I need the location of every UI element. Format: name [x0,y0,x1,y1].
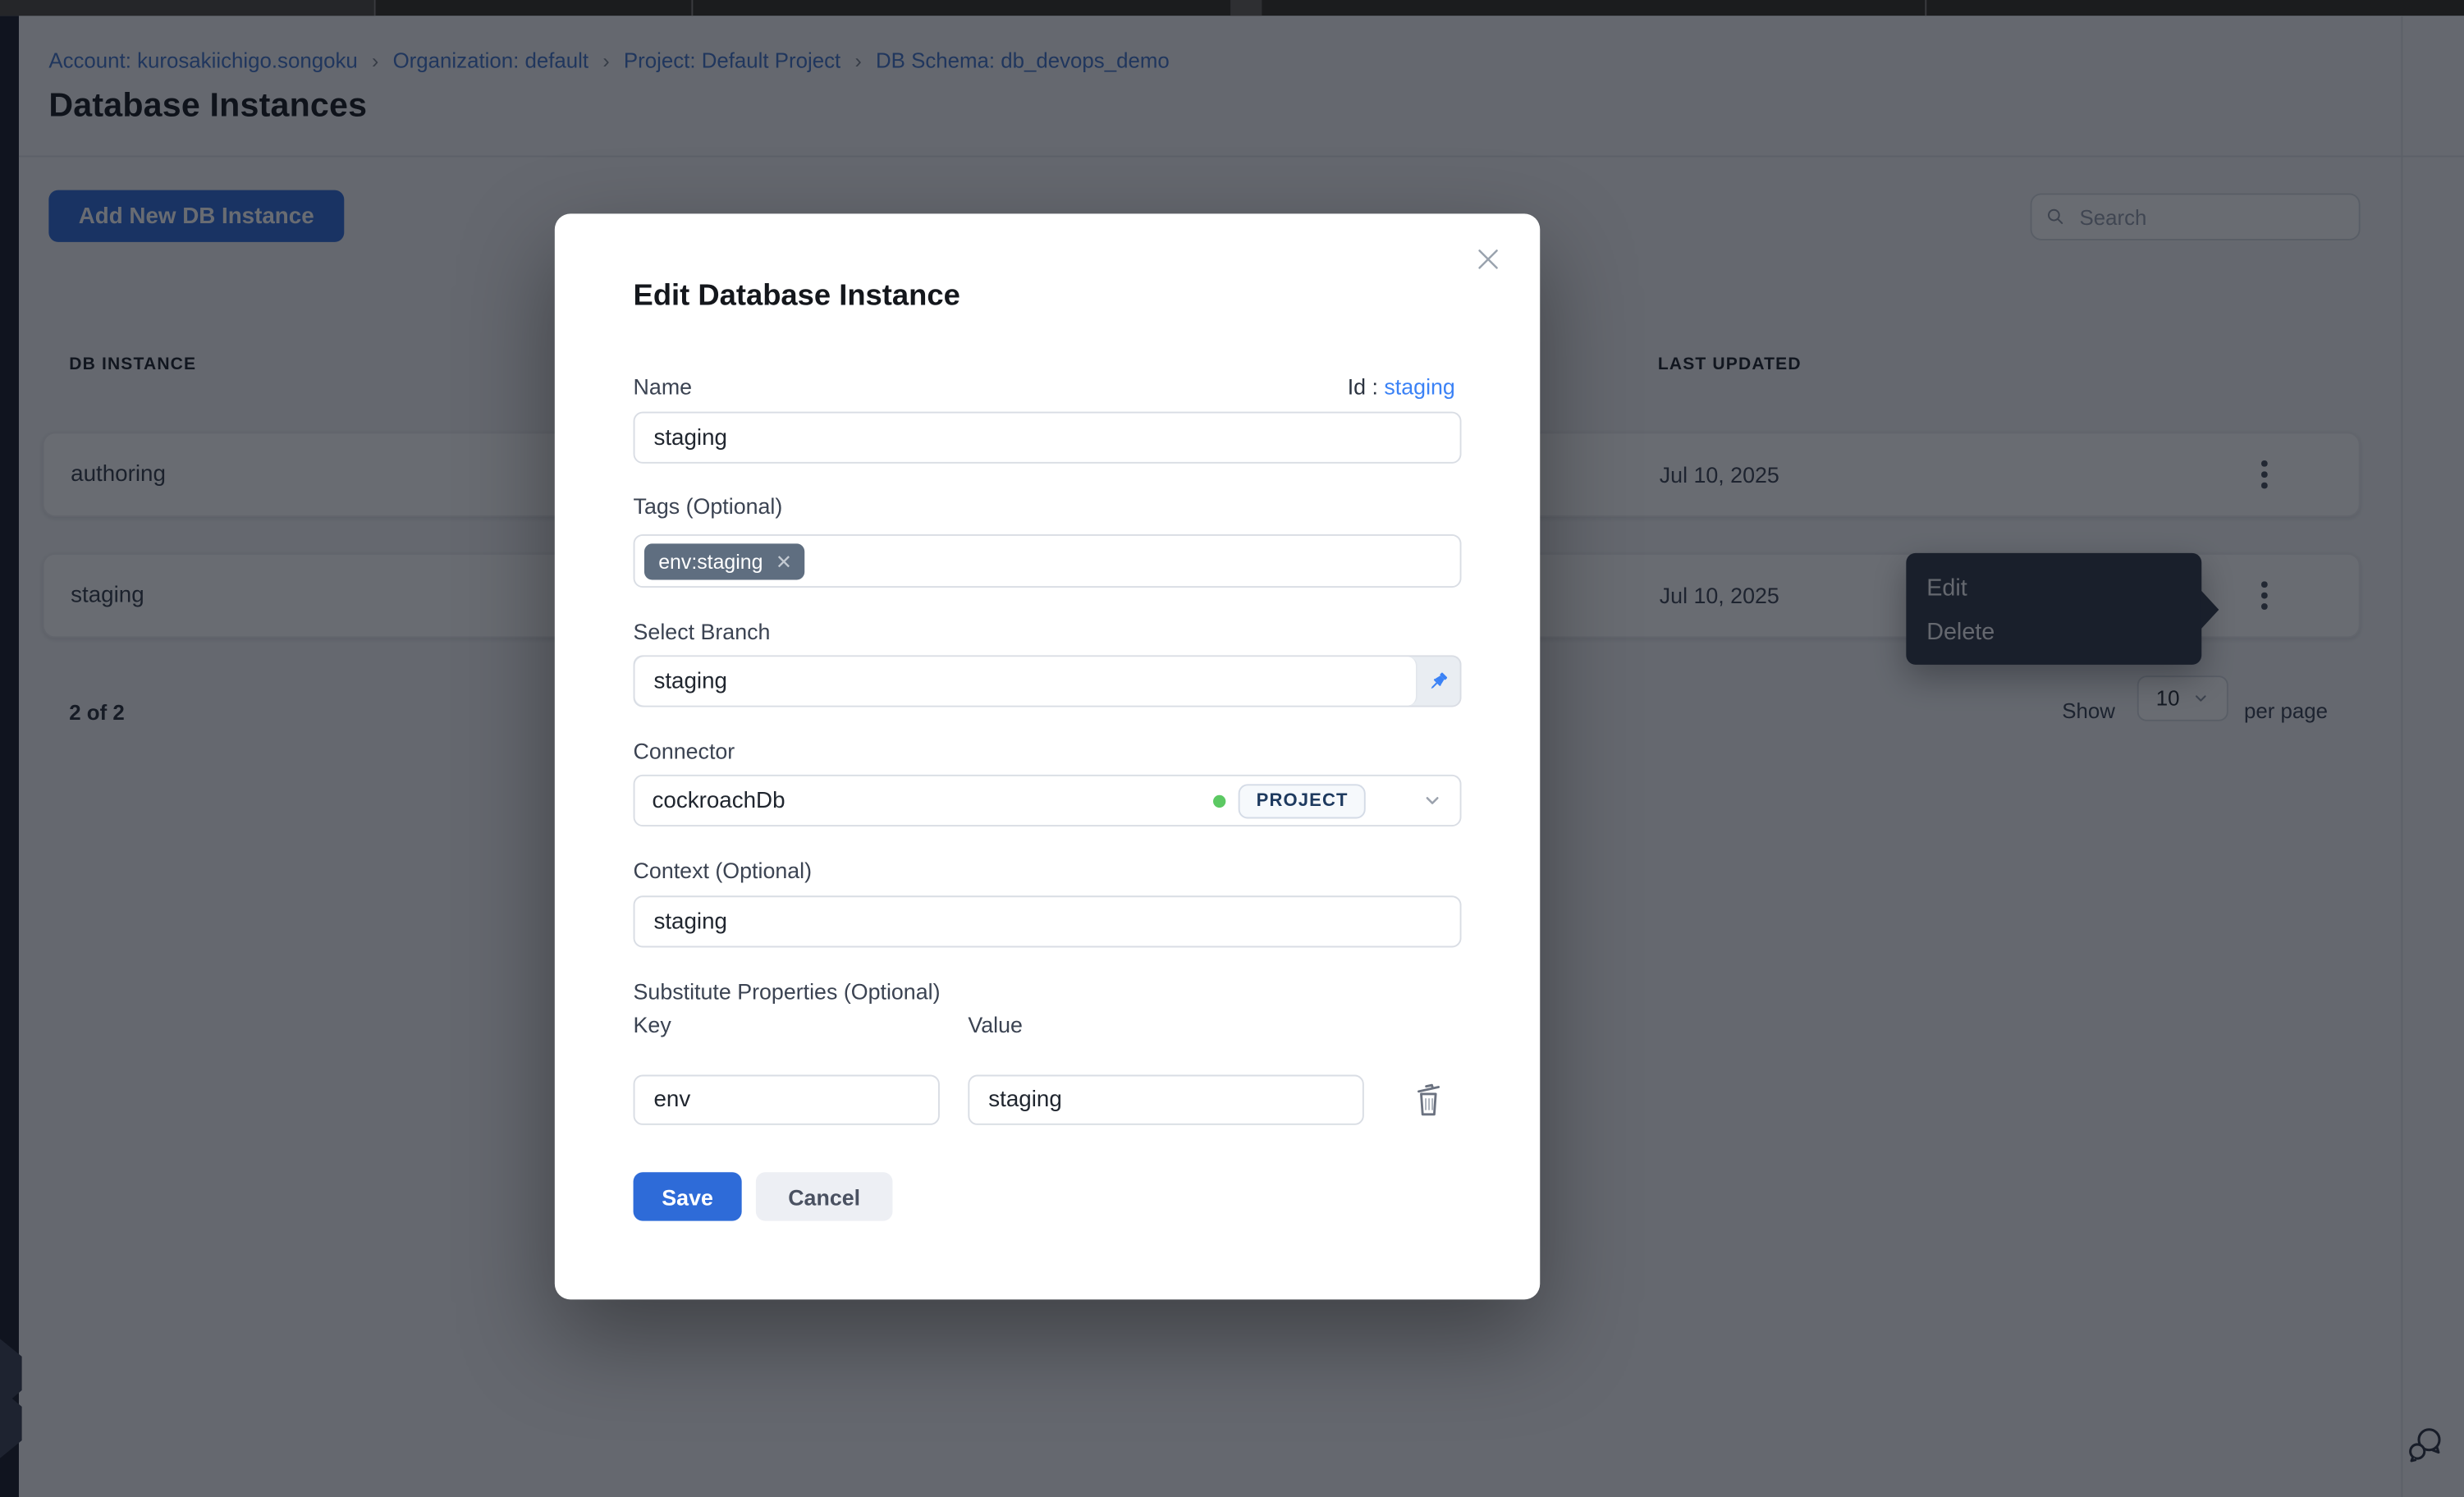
pin-branch-button[interactable] [1414,657,1460,705]
tab-separator [374,0,376,16]
screen: Account: kurosakiichigo.songoku › Organi… [0,0,2464,1497]
cancel-button[interactable]: Cancel [756,1172,893,1220]
tag-chip-text: env:staging [658,549,763,573]
tags-input[interactable]: env:staging ✕ [634,534,1462,588]
edit-db-instance-modal: Edit Database Instance Name Id : staging… [555,213,1540,1299]
connector-label: Connector [634,739,735,764]
browser-tab [0,0,374,16]
tag-remove-icon[interactable]: ✕ [776,549,792,573]
substitute-properties-label: Substitute Properties (Optional) [634,979,941,1005]
connector-scope-badge: PROJECT [1239,783,1366,817]
tab-separator [691,0,693,16]
branch-label: Select Branch [634,619,771,644]
substitute-value-input[interactable] [968,1075,1363,1125]
save-button[interactable]: Save [634,1172,742,1220]
chevron-down-icon [1422,790,1443,811]
connector-value: cockroachDb [653,788,785,813]
name-input[interactable] [634,412,1462,464]
browser-chrome-bar [0,0,2464,16]
value-label: Value [968,1012,1023,1037]
context-input[interactable] [634,895,1462,947]
remove-property-button[interactable] [1411,1079,1449,1120]
trash-icon [1411,1079,1449,1120]
key-label: Key [634,1012,671,1037]
instance-id: Id : staging [1348,374,1455,400]
connector-select[interactable]: cockroachDb PROJECT [634,775,1462,826]
substitute-key-input[interactable] [634,1075,940,1125]
close-icon[interactable] [1472,244,1504,275]
tab-separator [1925,0,1926,16]
tags-label: Tags (Optional) [634,493,783,519]
id-value-link[interactable]: staging [1384,374,1454,400]
context-label: Context (Optional) [634,858,813,883]
modal-title: Edit Database Instance [634,280,960,314]
branch-value: staging [634,657,1417,705]
status-dot [1214,794,1226,807]
branch-select[interactable]: staging [634,655,1462,707]
name-label: Name [634,374,693,400]
id-label: Id : [1348,374,1378,400]
browser-tab-edge [1230,0,1262,16]
pushpin-icon [1425,669,1450,694]
tag-chip: env:staging ✕ [644,542,804,579]
